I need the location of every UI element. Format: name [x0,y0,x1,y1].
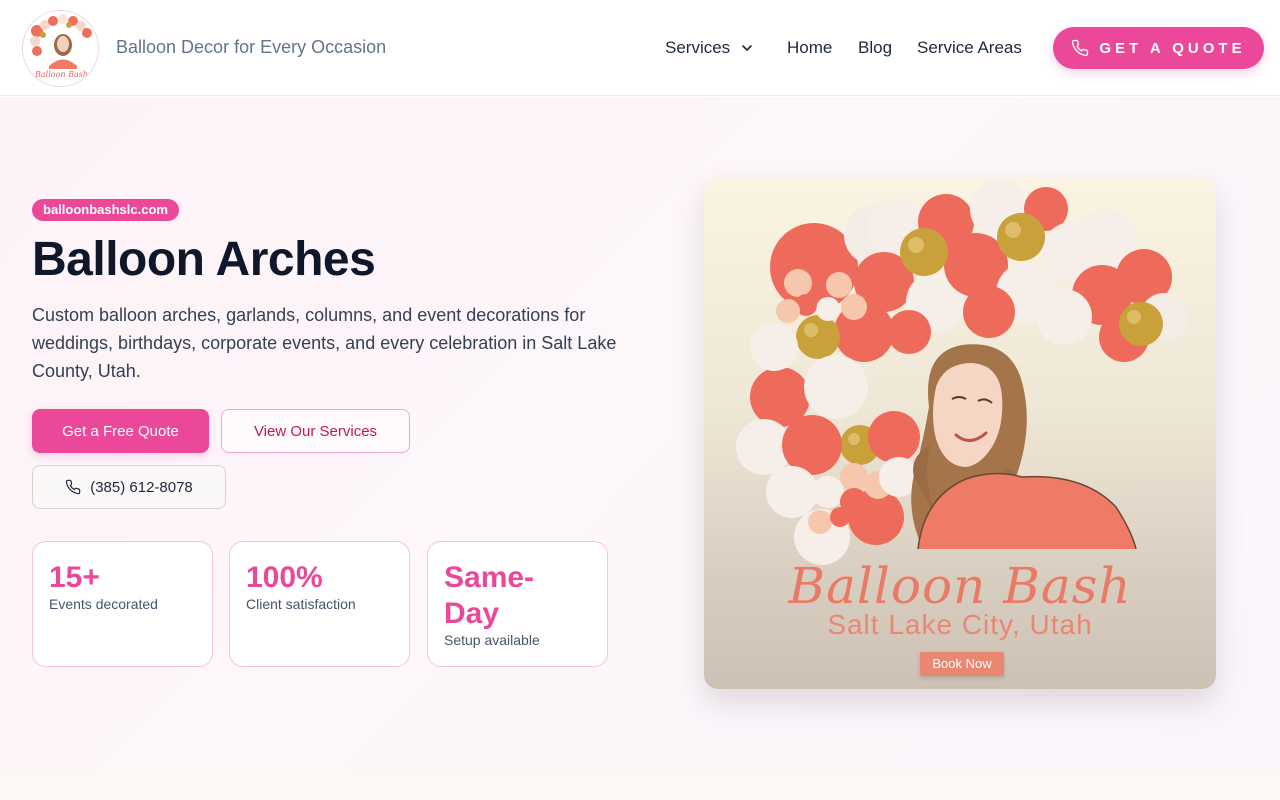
promo-image: Balloon Bash Salt Lake City, Utah Book N… [704,177,1216,689]
phone-number: (385) 612-8078 [90,478,193,496]
site-header: Balloon Bash Balloon Decor for Every Occ… [0,0,1280,96]
nav-home[interactable]: Home [787,38,832,58]
phone-button[interactable]: (385) 612-8078 [32,465,226,509]
nav-blog[interactable]: Blog [858,38,892,58]
next-section-edge [0,769,1280,800]
nav-service-areas[interactable]: Service Areas [917,38,1022,58]
stat-card: 100% Client satisfaction [229,541,410,667]
hero-description: Custom balloon arches, garlands, columns… [32,305,617,381]
stat-value: 100% [246,561,323,594]
stat-label: Events decorated [49,596,158,612]
view-services-button[interactable]: View Our Services [221,409,410,453]
phone-icon [1072,39,1089,57]
site-logo[interactable]: Balloon Bash [22,10,99,87]
stat-label: Client satisfaction [246,596,356,612]
get-quote-label: GET A QUOTE [1099,39,1246,57]
free-quote-button[interactable]: Get a Free Quote [32,409,209,453]
stat-value: Same-Day [444,561,535,630]
page-title: Balloon Arches [32,233,376,286]
phone-icon [66,479,81,495]
site-tagline: Balloon Decor for Every Occasion [116,37,387,57]
promo-city: Salt Lake City, Utah [827,609,1093,640]
get-quote-button[interactable]: GET A QUOTE [1053,27,1264,69]
stat-card: Same-Day Setup available [427,541,608,667]
stat-card: 15+ Events decorated [32,541,213,667]
book-now-button: Book Now [920,652,1004,676]
promo-brand: Balloon Bash [788,557,1132,615]
nav-services[interactable]: Services [665,38,754,58]
logo-text: Balloon Bash [34,70,88,79]
domain-badge: balloonbashslc.com [32,199,179,221]
stat-value: 15+ [49,561,100,594]
nav-services-label: Services [665,38,731,57]
stat-label: Setup available [444,632,540,648]
chevron-down-icon [742,45,752,51]
